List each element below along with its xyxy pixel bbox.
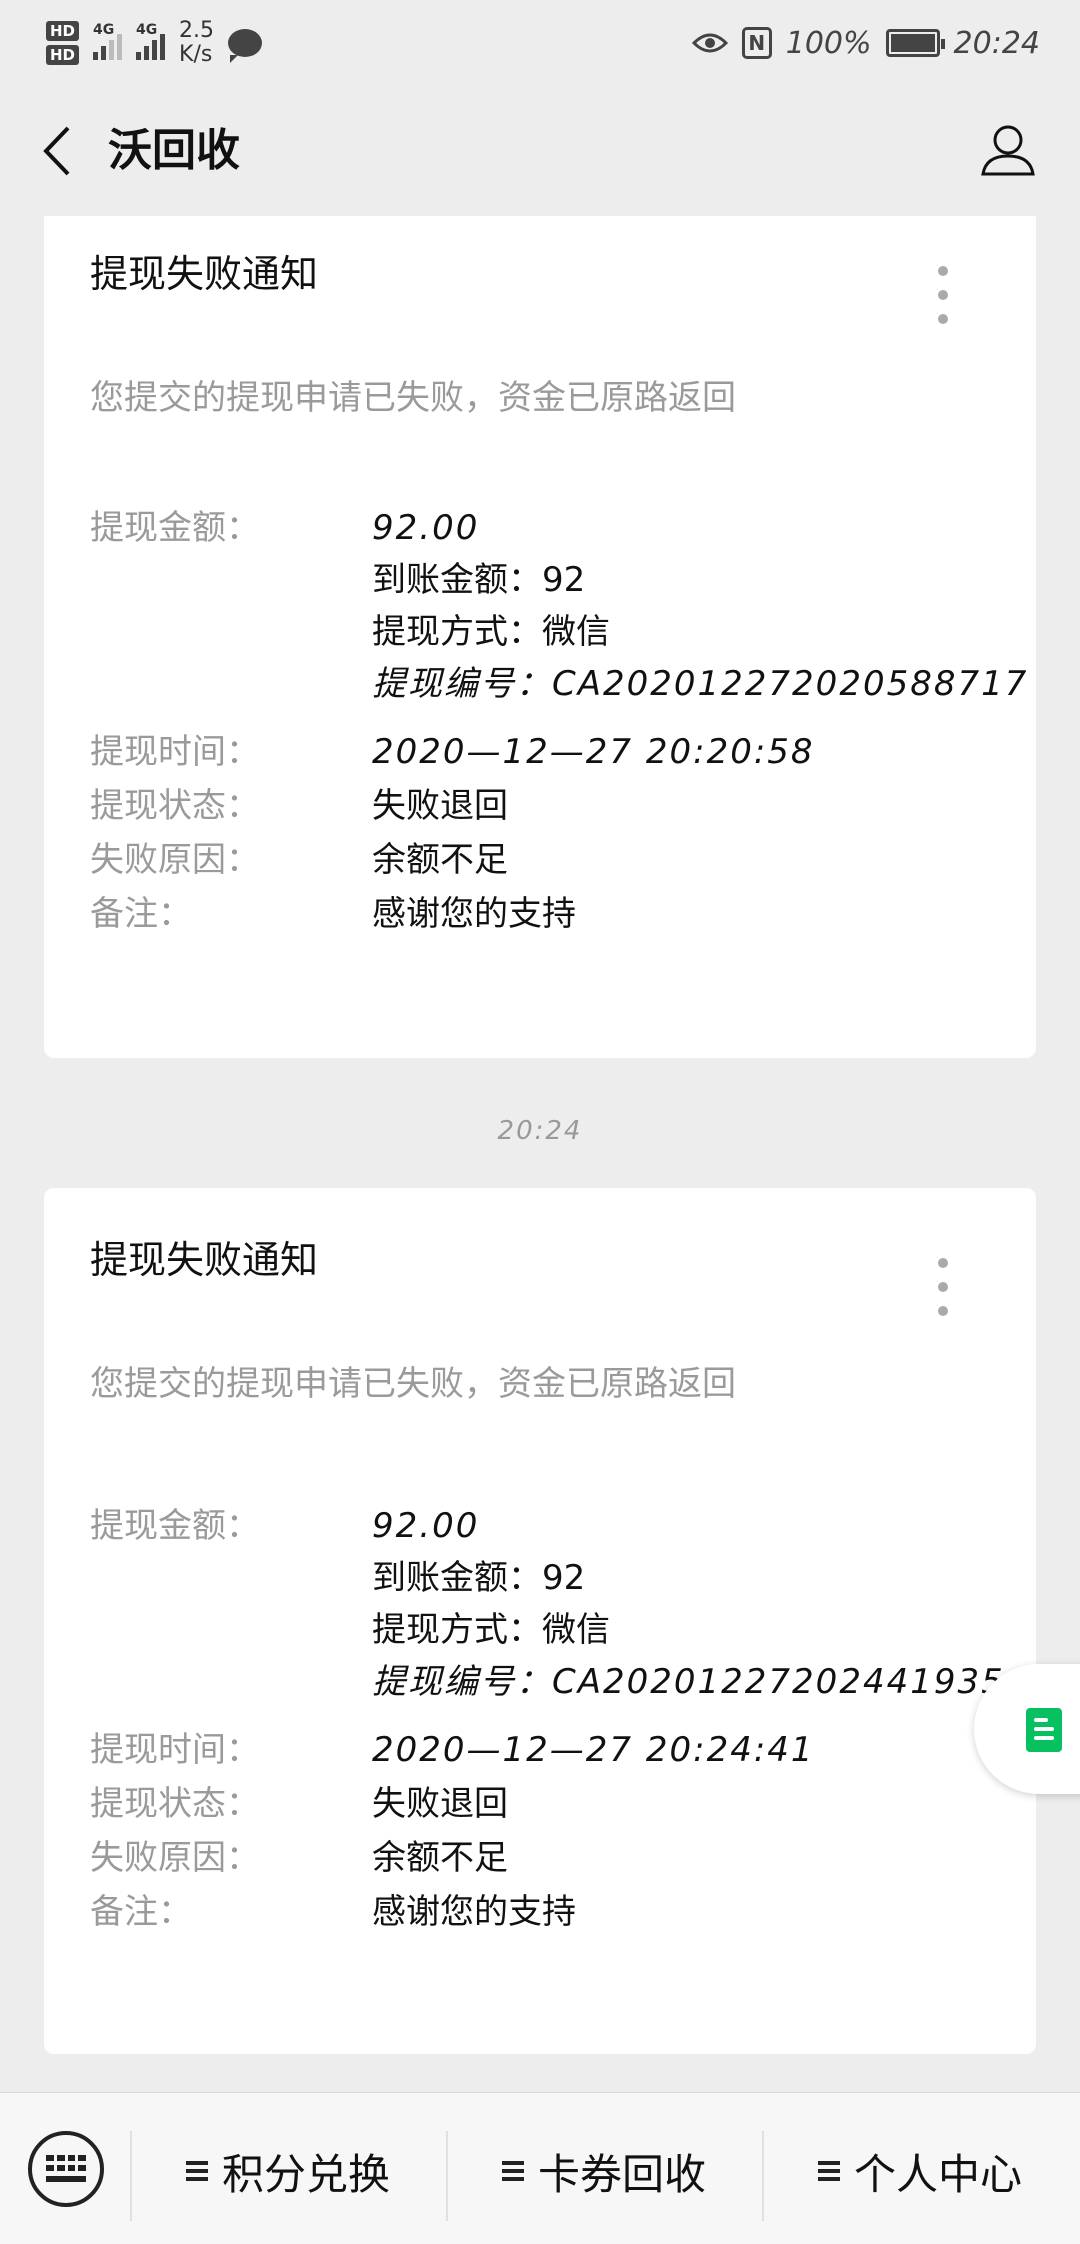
amount-details: 92.00 到账金额：92 提现方式：微信 提现编号：CA20201227202… — [372, 502, 1028, 710]
card-description: 您提交的提现申请已失败，资金已原路返回 — [90, 1364, 736, 1404]
amount-value: 92.00 — [372, 1506, 480, 1546]
battery-percent: 100% — [785, 25, 872, 61]
status-value: 失败退回 — [372, 1784, 508, 1824]
amount-value: 92.00 — [372, 508, 480, 548]
menu-item-label: 卡券回收 — [538, 2149, 707, 2199]
card-title: 提现失败通知 — [90, 1238, 319, 1282]
user-profile-icon[interactable] — [980, 122, 1036, 178]
time-value: 2020—12—27 20:20:58 — [372, 732, 815, 772]
menu-divider — [446, 2131, 448, 2221]
notification-card[interactable]: 提现失败通知 您提交的提现申请已失败，资金已原路返回 提现金额： 92.00 到… — [44, 216, 1036, 1058]
status-left: HD HD 4G 4G 2.5 K/s — [46, 19, 263, 67]
message-icon — [228, 29, 263, 63]
notification-card[interactable]: 提现失败通知 您提交的提现申请已失败，资金已原路返回 提现金额： 92.00 到… — [44, 1188, 1036, 2054]
menu-icon — [502, 2161, 524, 2181]
note-label: 备注： — [90, 1892, 192, 1932]
menu-item-label: 积分兑换 — [222, 2149, 391, 2199]
reason-label: 失败原因： — [90, 1838, 260, 1878]
network-label-2: 4G — [136, 22, 158, 38]
menu-divider — [762, 2131, 764, 2221]
card-description: 您提交的提现申请已失败，资金已原路返回 — [90, 378, 736, 418]
hd-indicators: HD HD — [46, 21, 80, 65]
withdraw-method: 提现方式：微信 — [372, 1610, 610, 1650]
time-value: 2020—12—27 20:24:41 — [372, 1730, 815, 1770]
amount-label: 提现金额： — [90, 1506, 260, 1546]
arrival-amount: 到账金额：92 — [372, 1558, 586, 1598]
hd-badge-1: HD — [46, 21, 80, 41]
reason-label: 失败原因： — [90, 840, 260, 880]
title-bar: 沃回收 — [0, 86, 1080, 216]
more-options-icon[interactable] — [938, 1258, 948, 1316]
status-label: 提现状态： — [90, 786, 260, 826]
note-value: 感谢您的支持 — [372, 1892, 576, 1932]
keyboard-icon[interactable] — [28, 2131, 104, 2207]
status-label: 提现状态： — [90, 1784, 260, 1824]
clock: 20:24 — [953, 25, 1040, 61]
time-label: 提现时间： — [90, 732, 260, 772]
network-speed: 2.5 K/s — [179, 19, 214, 67]
arrival-amount: 到账金额：92 — [372, 560, 586, 600]
back-icon[interactable] — [38, 124, 78, 178]
card-title: 提现失败通知 — [90, 252, 319, 296]
note-value: 感谢您的支持 — [372, 894, 576, 934]
menu-item-personal-center[interactable]: 个人中心 — [818, 2141, 1022, 2201]
nfc-icon: N — [741, 27, 772, 59]
page-title: 沃回收 — [108, 125, 240, 176]
document-icon — [1026, 1708, 1062, 1752]
network-label-1: 4G — [93, 22, 115, 38]
menu-item-card-recycle[interactable]: 卡券回收 — [502, 2141, 706, 2201]
speed-unit: K/s — [179, 42, 213, 67]
reason-value: 余额不足 — [372, 1838, 508, 1878]
menu-item-points-exchange[interactable]: 积分兑换 — [186, 2141, 390, 2201]
menu-icon — [818, 2161, 840, 2181]
bottom-menu-bar: 积分兑换 卡券回收 个人中心 — [0, 2092, 1080, 2244]
hd-badge-2: HD — [46, 45, 80, 65]
menu-item-label: 个人中心 — [854, 2149, 1023, 2199]
speed-value: 2.5 — [179, 18, 215, 43]
withdraw-method: 提现方式：微信 — [372, 612, 610, 652]
amount-details: 92.00 到账金额：92 提现方式：微信 提现编号：CA20201227202… — [372, 1500, 1028, 1708]
eye-icon — [691, 33, 728, 53]
status-value: 失败退回 — [372, 786, 508, 826]
amount-label: 提现金额： — [90, 508, 260, 548]
time-label: 提现时间： — [90, 1730, 260, 1770]
status-bar: HD HD 4G 4G 2.5 K/s N 100% 20:24 — [0, 0, 1080, 86]
menu-icon — [186, 2161, 208, 2181]
note-label: 备注： — [90, 894, 192, 934]
signal-icon-2: 4G — [136, 22, 166, 60]
signal-icon-1: 4G — [93, 22, 123, 60]
status-right: N 100% 20:24 — [691, 25, 1040, 61]
withdraw-number: 提现编号：CA20201227202058871​7 — [372, 664, 1029, 704]
battery-icon — [885, 29, 945, 57]
more-options-icon[interactable] — [938, 266, 948, 324]
message-timestamp: 20:24 — [497, 1116, 583, 1146]
menu-divider — [130, 2131, 132, 2221]
reason-value: 余额不足 — [372, 840, 508, 880]
withdraw-number: 提现编号：CA20201227202441935​6 — [372, 1662, 1029, 1702]
